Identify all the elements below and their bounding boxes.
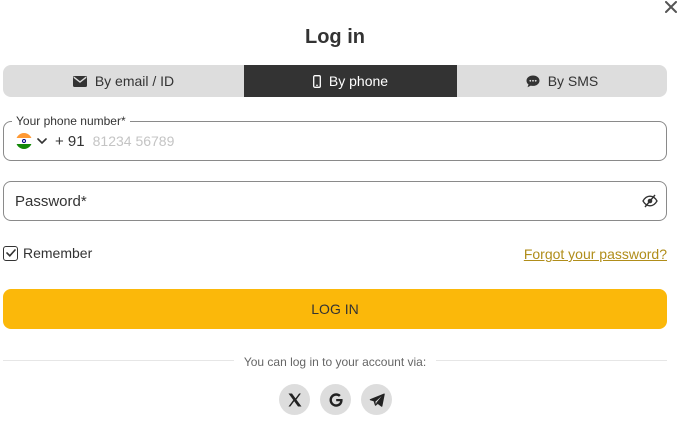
- remember-checkbox[interactable]: Remember: [3, 245, 92, 261]
- india-flag-icon[interactable]: [16, 133, 32, 149]
- chevron-down-icon[interactable]: [37, 138, 47, 144]
- country-code: + 91: [55, 132, 85, 150]
- tab-by-sms[interactable]: By SMS: [457, 65, 667, 97]
- login-button[interactable]: LOG IN: [3, 289, 667, 329]
- tab-by-email[interactable]: By email / ID: [3, 65, 244, 97]
- dialog-title: Log in: [305, 26, 365, 48]
- login-method-tabs: By email / ID By phone By SMS: [3, 65, 667, 97]
- telegram-icon[interactable]: [361, 384, 392, 415]
- social-login-buttons: [279, 384, 392, 415]
- tab-label: By email / ID: [94, 73, 175, 89]
- chat-bubble-icon: [526, 75, 540, 88]
- envelope-icon: [72, 75, 87, 87]
- mobile-phone-icon: [312, 74, 321, 88]
- forgot-password-link[interactable]: Forgot your password?: [524, 246, 667, 262]
- tab-label: By SMS: [547, 73, 599, 89]
- password-field: [3, 181, 667, 221]
- eye-slash-icon[interactable]: [642, 193, 658, 209]
- phone-field: Your phone number* + 91: [3, 114, 667, 161]
- social-caption: You can log in to your account via:: [0, 353, 670, 371]
- phone-input[interactable]: [92, 133, 393, 149]
- tab-by-phone[interactable]: By phone: [244, 65, 457, 97]
- password-input[interactable]: [15, 182, 615, 220]
- x-icon[interactable]: [279, 384, 310, 415]
- remember-label: Remember: [23, 245, 93, 261]
- google-icon[interactable]: [320, 384, 351, 415]
- checkbox-checked-icon[interactable]: [3, 245, 18, 261]
- tab-label: By phone: [328, 73, 389, 89]
- close-icon[interactable]: [662, 0, 680, 14]
